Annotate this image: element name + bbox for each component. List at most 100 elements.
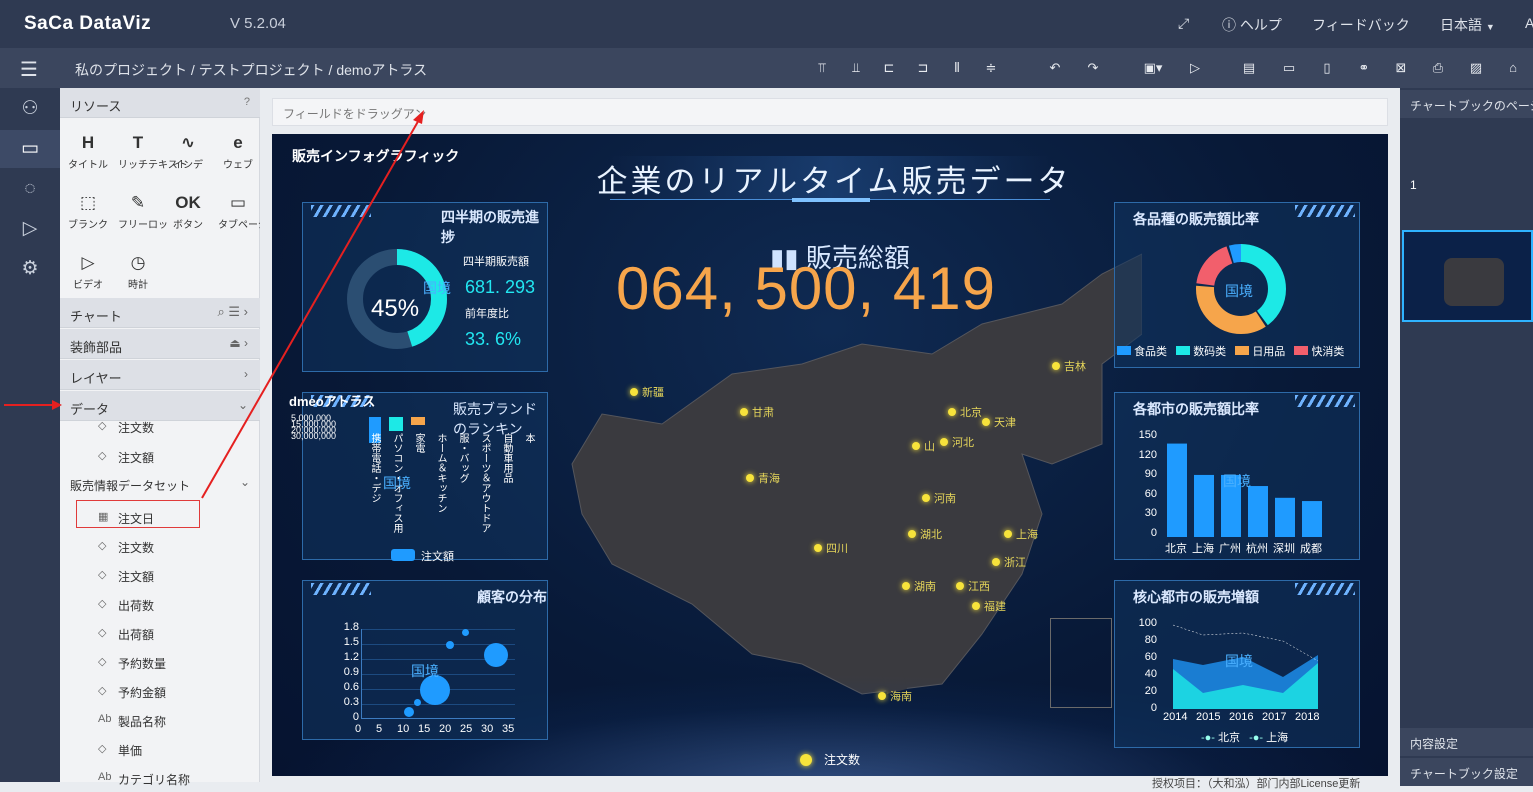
map-point[interactable] [972,602,980,610]
resource-item[interactable]: ◷ 時計 [118,250,158,291]
toolbar: ☰ 私のプロジェクト / テストプロジェクト / demoアトラス ⫪ ⫫ ⊏ … [0,48,1533,88]
map-point[interactable] [746,474,754,482]
customer-title: 顧客の分布 [477,589,547,605]
link-icon[interactable]: ⚭ [1355,59,1373,77]
undo-icon[interactable]: ↶ [1046,59,1064,77]
save-icon[interactable]: ▣▾ [1138,59,1168,77]
resource-icon: ▭ [229,193,247,212]
pdf-icon[interactable]: ⎙ [1429,59,1447,77]
map-point[interactable] [940,438,948,446]
user-icon[interactable]: ⚇ [0,90,60,128]
dataset-field[interactable]: ◇ 注文数 [60,531,260,560]
dashboard-canvas[interactable]: 販売インフォグラフィック 企業のリアルタイム販売データ ▮▮ 販売総額 064,… [272,134,1388,776]
align-left-icon[interactable]: ⊏ [880,59,898,77]
document-icon[interactable]: ▤ [1240,59,1258,77]
page-thumbnail[interactable] [1402,230,1533,322]
resource-icon: ✎ [130,193,146,212]
map-point[interactable] [948,408,956,416]
map-point[interactable] [814,544,822,552]
fullscreen-icon[interactable]: ⤢ [1178,15,1189,32]
dataset-field[interactable]: ◇ 単価 [60,734,260,763]
extra-menu[interactable]: A [1525,15,1533,31]
map-point[interactable] [878,692,886,700]
field-order-amount-top[interactable]: ◇ 注文額 [60,441,260,470]
card-icon[interactable]: ▭ [1280,59,1298,77]
dataset-field[interactable]: Ab カテゴリ名称 [60,763,260,792]
content-settings-tab[interactable]: 内容設定 [1400,728,1533,756]
map-point[interactable] [956,582,964,590]
map-point[interactable] [1004,530,1012,538]
distribute-vertical-icon[interactable]: ≑ [982,59,1000,77]
field-order-qty-top[interactable]: ◇ 注文数 [60,417,260,437]
help-icon[interactable]: ? [244,96,250,108]
dataset-field[interactable]: ◇ 出荷額 [60,618,260,647]
field-type-icon: ◇ [98,743,107,755]
resource-item[interactable]: OK ボタン [168,190,208,231]
image-icon[interactable]: ▨ [1467,59,1485,77]
help-link[interactable]: ⓘ ヘルプ [1222,15,1282,35]
feedback-link[interactable]: フィードバック [1312,15,1410,35]
map-point[interactable] [912,442,920,450]
resource-item[interactable]: ▷ ビデオ [68,250,108,291]
chart-section[interactable]: チャート ⌕ ☰ › [60,298,260,328]
dataset-field[interactable]: ◇ 予約金額 [60,676,260,705]
resource-label: タブページ [218,220,268,231]
city-bar [1194,474,1214,537]
main-title: 企業のリアルタイム販売データ [596,164,1072,199]
brand-category-label: 自動車用品 [501,433,512,483]
chevron-down-icon[interactable]: ⌄ [240,475,250,489]
dataset-field[interactable]: ◇ 出荷数 [60,589,260,618]
resource-item[interactable]: e ウェブ [218,130,258,171]
drop-zone[interactable]: フィールドをドラッグアン [272,98,1388,126]
preview-icon[interactable]: ▷ [1186,59,1204,77]
resource-item[interactable]: ✎ フリーロッ [118,190,168,231]
distribute-horizontal-icon[interactable]: ⫴ [948,59,966,77]
map-point[interactable] [908,530,916,538]
resource-item[interactable]: ▭ タブページ [218,190,268,231]
map-label: 四川 [826,543,848,555]
dataset-field[interactable]: ◇ 予約数量 [60,647,260,676]
refresh-icon[interactable]: ◌ [0,170,60,208]
quarter-sales-label: 四半期販売額 [463,256,529,268]
language-select[interactable]: 日本語 ▼ [1440,15,1495,35]
dataset-field[interactable]: ◇ 注文額 [60,560,260,589]
play-icon[interactable]: ▷ [0,210,60,248]
excel-icon[interactable]: ⊠ [1392,59,1410,77]
resource-item[interactable]: H タイトル [68,130,108,171]
resource-item[interactable]: T リッチテキスト [118,130,188,171]
map-point[interactable] [982,418,990,426]
chart-tools-icon[interactable]: ⌕ ☰ › [218,304,249,320]
city-bar-chart [1167,443,1322,537]
resource-icon: T [132,133,144,152]
map-point[interactable] [922,494,930,502]
align-bottom-icon[interactable]: ⫫ [847,59,865,77]
tag-icon[interactable]: ⌂ [1504,59,1522,77]
layer-section[interactable]: レイヤー › [60,360,260,390]
resource-item[interactable]: ∿ インデ [168,130,208,171]
align-top-icon[interactable]: ⫪ [813,59,831,77]
map-point[interactable] [1052,362,1060,370]
field-type-icon: Ab [98,771,112,783]
mobile-icon[interactable]: ▯ [1318,59,1336,77]
gear-icon[interactable]: ⚙ [0,250,60,288]
city-title: 各都市の販売額比率 [1133,401,1259,417]
resource-item[interactable]: ⬚ ブランク [68,190,108,231]
dataset-name[interactable]: 販売情報データセット [70,477,190,494]
map-point[interactable] [630,388,638,396]
axis-tick: 上海 [1192,543,1214,555]
map-point[interactable] [740,408,748,416]
resource-header: リソース? [60,88,260,118]
redo-icon[interactable]: ↷ [1084,59,1102,77]
map-point[interactable] [902,582,910,590]
map-label: 福建 [984,601,1006,613]
map-point[interactable] [992,558,1000,566]
map-label: 甘肃 [752,407,774,419]
screen-icon[interactable]: ▭ [0,130,60,168]
chevron-right-icon: › [244,367,248,381]
align-right-icon[interactable]: ⊐ [914,59,932,77]
axis-tick: 80 [1144,634,1157,646]
menu-icon[interactable]: ☰ [20,57,38,82]
decor-section[interactable]: 装飾部品 ⏏ › [60,329,260,359]
dataset-field[interactable]: Ab 製品名称 [60,705,260,734]
axis-tick: 0.3 [343,696,359,708]
